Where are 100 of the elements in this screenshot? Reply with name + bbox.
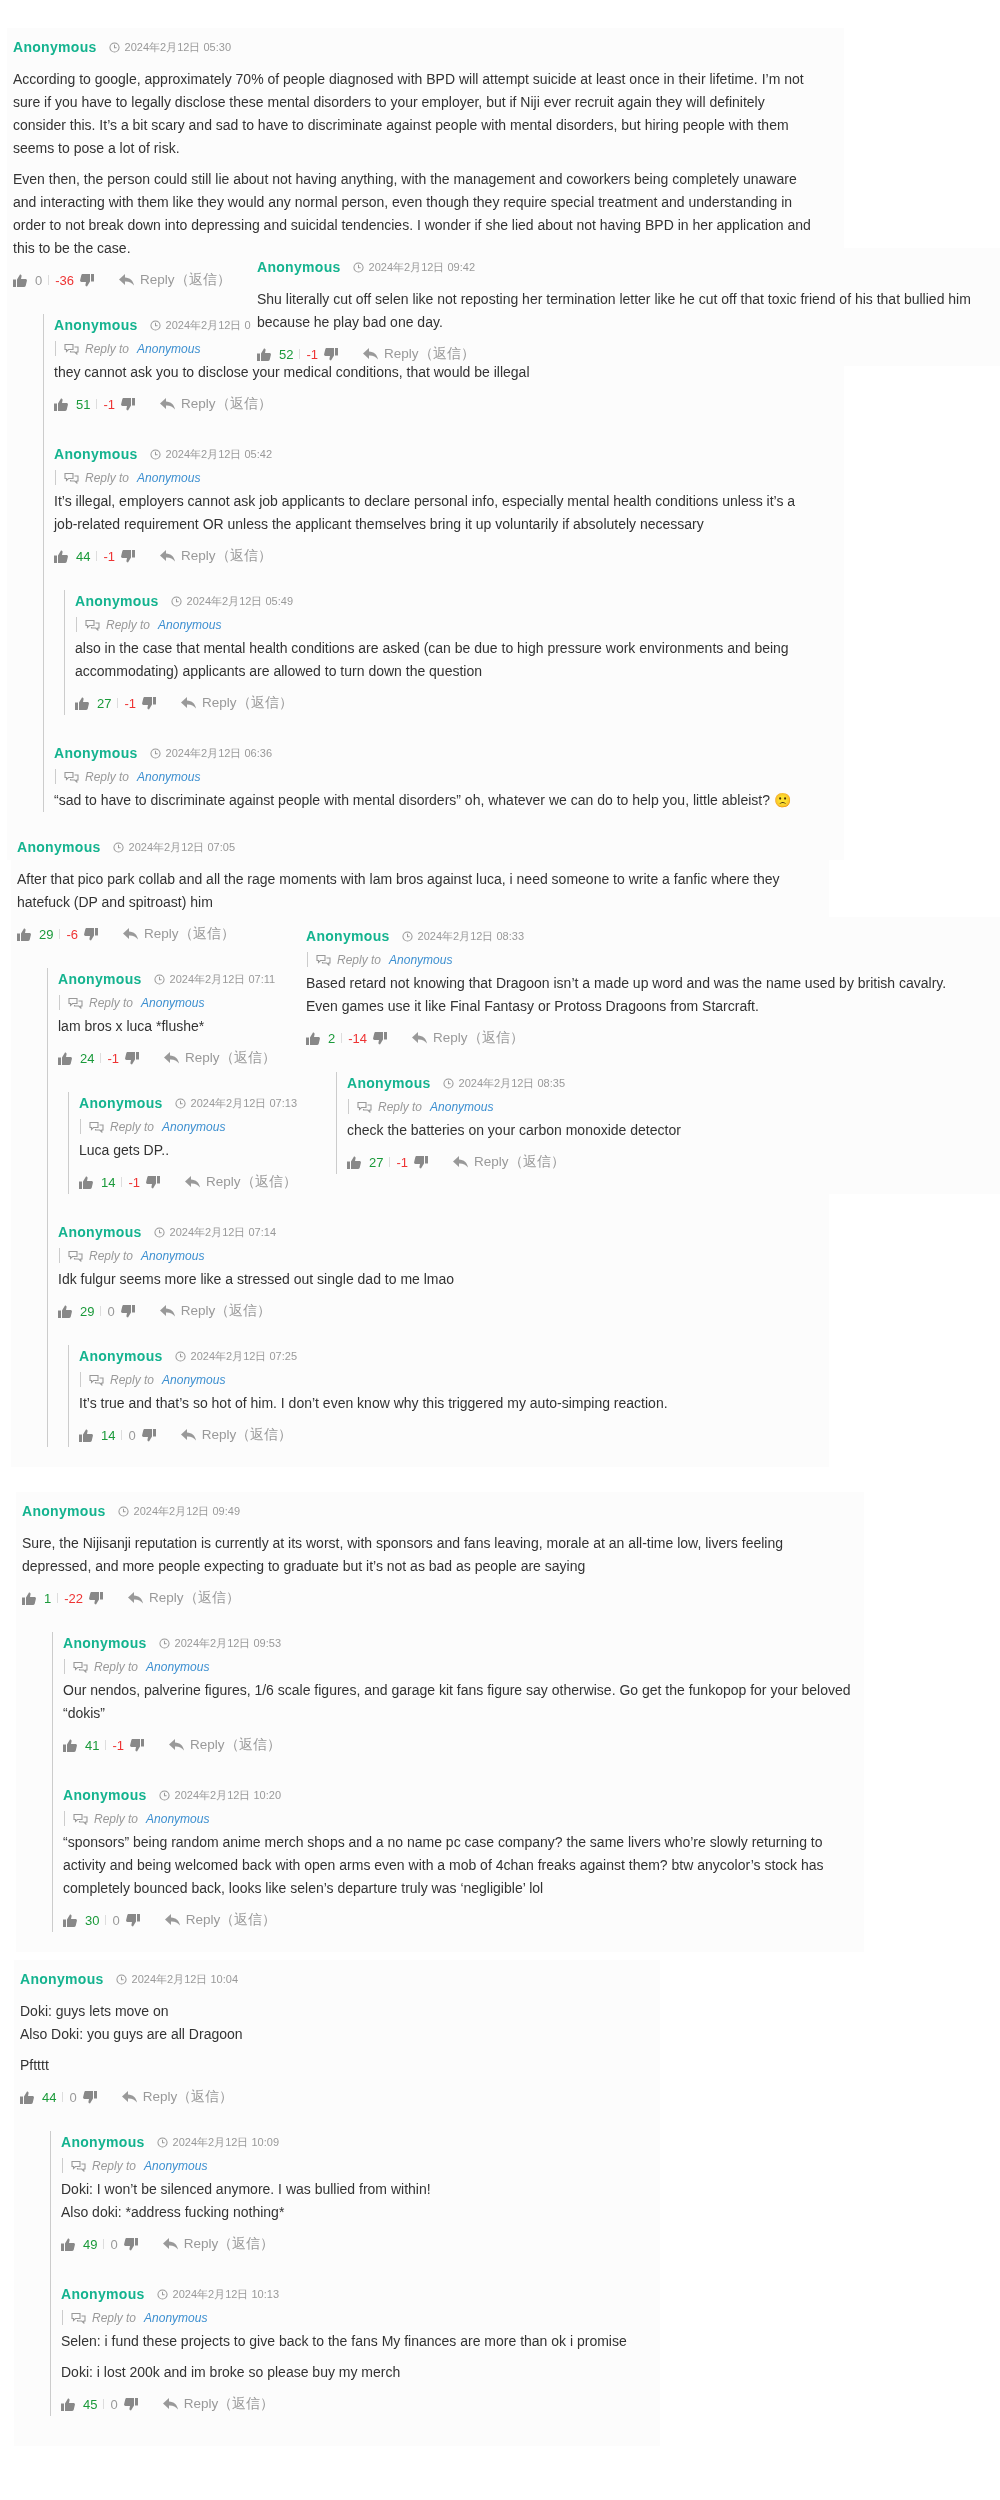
reply-link[interactable]: Reply（返信） bbox=[118, 271, 231, 289]
reply-link[interactable]: Reply（返信） bbox=[452, 1153, 565, 1171]
reply-link[interactable]: Reply（返信） bbox=[122, 925, 235, 943]
comment-text: Selen: i fund these projects to give back to the fans My finances are more than ok i promise bbox=[61, 2332, 627, 2351]
thumbs-up-icon[interactable] bbox=[61, 2237, 75, 2251]
clock-icon bbox=[117, 1505, 129, 1517]
thumbs-down-icon[interactable] bbox=[146, 1175, 161, 1189]
thumbs-up-icon[interactable] bbox=[54, 549, 68, 563]
chat-icon bbox=[68, 996, 83, 1009]
thumbs-up-icon[interactable] bbox=[58, 1304, 72, 1318]
author-name: Anonymous bbox=[54, 745, 138, 761]
thumbs-up-icon[interactable] bbox=[61, 2397, 75, 2411]
thumbs-up-icon[interactable] bbox=[63, 1738, 77, 1752]
comment-time: 2024年2月12日 07:25 bbox=[190, 1348, 297, 1364]
thumbs-up-icon[interactable] bbox=[257, 347, 271, 361]
author-name: Anonymous bbox=[347, 1075, 431, 1091]
thumbs-up-icon[interactable] bbox=[58, 1051, 72, 1065]
reply-to-link[interactable]: Anonymous bbox=[137, 470, 201, 485]
thumbs-up-icon[interactable] bbox=[63, 1913, 77, 1927]
reply-to-label: Reply to bbox=[85, 470, 130, 485]
reply-arrow-icon bbox=[118, 274, 135, 286]
thumbs-down-icon[interactable] bbox=[373, 1031, 388, 1045]
reply-to-link[interactable]: Anonymous bbox=[146, 1659, 210, 1674]
clock-icon bbox=[156, 2288, 168, 2300]
reply-to-link[interactable]: Anonymous bbox=[162, 1372, 226, 1387]
clock-icon bbox=[108, 41, 120, 53]
reply-link[interactable]: Reply（返信） bbox=[362, 345, 475, 363]
comment-text: also in the case that mental health conditions are asked (can be due to high pressure work environments and being accommodating) applicants are allowed to turn down the question bbox=[75, 639, 790, 681]
reply-arrow-icon bbox=[362, 348, 379, 360]
reply-link[interactable]: Reply（返信） bbox=[158, 1302, 272, 1320]
thumbs-down-icon[interactable] bbox=[84, 927, 99, 941]
reply-to-link[interactable]: Anonymous bbox=[389, 952, 453, 967]
reply-arrow-icon bbox=[159, 398, 176, 410]
comment-time: 2024年2月12日 07:14 bbox=[169, 1224, 276, 1240]
thumbs-up-icon[interactable] bbox=[17, 927, 31, 941]
thumbs-down-icon[interactable] bbox=[141, 1428, 156, 1442]
thumbs-up-icon[interactable] bbox=[79, 1175, 93, 1189]
reply-link[interactable]: Reply（返信） bbox=[411, 1029, 524, 1047]
thumbs-up-icon[interactable] bbox=[22, 1591, 36, 1605]
thumbs-down-icon[interactable] bbox=[125, 1913, 140, 1927]
reply-to-link[interactable]: Anonymous bbox=[158, 617, 222, 632]
reply-link[interactable]: Reply（返信） bbox=[127, 1589, 240, 1607]
reply-link[interactable]: Reply（返信） bbox=[159, 395, 272, 413]
reply-to-link[interactable]: Anonymous bbox=[162, 1119, 226, 1134]
thumbs-down-icon[interactable] bbox=[123, 2397, 138, 2411]
thumbs-up-icon[interactable] bbox=[75, 696, 89, 710]
thumbs-down-icon[interactable] bbox=[125, 1051, 140, 1065]
reply-to-link[interactable]: Anonymous bbox=[430, 1099, 494, 1114]
thumbs-down-icon[interactable] bbox=[414, 1155, 429, 1169]
comment-time: 2024年2月12日 0 bbox=[165, 317, 251, 333]
reply-link[interactable]: Reply（返信） bbox=[159, 547, 272, 565]
reply-to-link[interactable]: Anonymous bbox=[144, 2158, 208, 2173]
author-name: Anonymous bbox=[54, 317, 138, 333]
reply-to-link[interactable]: Anonymous bbox=[137, 769, 201, 784]
thumbs-down-icon[interactable] bbox=[80, 273, 95, 287]
thumbs-down-icon[interactable] bbox=[89, 1591, 104, 1605]
thumbs-down-icon[interactable] bbox=[120, 1304, 135, 1318]
like-count: 14 bbox=[101, 1174, 116, 1190]
thumbs-down-icon[interactable] bbox=[324, 347, 339, 361]
thumbs-down-icon[interactable] bbox=[121, 397, 136, 411]
reply-link[interactable]: Reply（返信） bbox=[120, 2088, 234, 2106]
dislike-count: 0 bbox=[110, 2396, 118, 2412]
comment-time: 2024年2月12日 05:30 bbox=[124, 39, 231, 55]
reply-link[interactable]: Reply（返信） bbox=[163, 1911, 277, 1929]
thumbs-down-icon[interactable] bbox=[121, 549, 136, 563]
reply-to-link[interactable]: Anonymous bbox=[141, 1248, 205, 1263]
thumbs-up-icon[interactable] bbox=[20, 2090, 34, 2104]
reply-to-label: Reply to bbox=[94, 1659, 139, 1674]
thumbs-up-icon[interactable] bbox=[79, 1428, 93, 1442]
comment-time: 2024年2月12日 05:42 bbox=[165, 446, 272, 462]
thumbs-up-icon[interactable] bbox=[54, 397, 68, 411]
reply-to-label: Reply to bbox=[89, 1248, 134, 1263]
dislike-count: -1 bbox=[306, 346, 319, 362]
author-name: Anonymous bbox=[20, 1971, 104, 1987]
reply-link[interactable]: Reply（返信） bbox=[163, 1049, 276, 1067]
reply-link[interactable]: Reply（返信） bbox=[161, 2395, 275, 2413]
reply-to-label: Reply to bbox=[89, 995, 134, 1010]
reply-to-link[interactable]: Anonymous bbox=[144, 2310, 208, 2325]
comment-text: After that pico park collab and all the rage moments with lam bros against luca, i need someone to write a fanfic where they hatefuck (DP and spitroast) him bbox=[17, 870, 781, 912]
thumbs-down-icon[interactable] bbox=[130, 1738, 145, 1752]
thumbs-down-icon[interactable] bbox=[142, 696, 157, 710]
thumbs-down-icon[interactable] bbox=[123, 2237, 138, 2251]
reply-link[interactable]: Reply（返信） bbox=[179, 1426, 293, 1444]
thumbs-up-icon[interactable] bbox=[13, 273, 27, 287]
clock-icon bbox=[115, 1973, 127, 1985]
reply-arrow-icon bbox=[180, 697, 197, 709]
thumbs-up-icon[interactable] bbox=[306, 1031, 320, 1045]
comment-text: Based retard not knowing that Dragoon isn’t a made up word and was the name used by british cavalry. Even games use it like Final Fantasy or Protoss Dragoons from Starcraft. bbox=[306, 974, 948, 1016]
reply-link[interactable]: Reply（返信） bbox=[161, 2235, 275, 2253]
comment-text: Doki: I won’t be silenced anymore. I was bullied from within! Also doki: *address fucking nothing* bbox=[61, 2180, 431, 2222]
reply-link[interactable]: Reply（返信） bbox=[168, 1736, 281, 1754]
reply-to-link[interactable]: Anonymous bbox=[141, 995, 205, 1010]
comment-time: 2024年2月12日 10:04 bbox=[131, 1971, 238, 1987]
reply-link[interactable]: Reply（返信） bbox=[184, 1173, 297, 1191]
reply-to-label: Reply to bbox=[110, 1119, 155, 1134]
thumbs-up-icon[interactable] bbox=[347, 1155, 361, 1169]
reply-link[interactable]: Reply（返信） bbox=[180, 694, 293, 712]
reply-to-link[interactable]: Anonymous bbox=[146, 1811, 210, 1826]
thumbs-down-icon[interactable] bbox=[82, 2090, 97, 2104]
reply-to-link[interactable]: Anonymous bbox=[137, 341, 201, 356]
